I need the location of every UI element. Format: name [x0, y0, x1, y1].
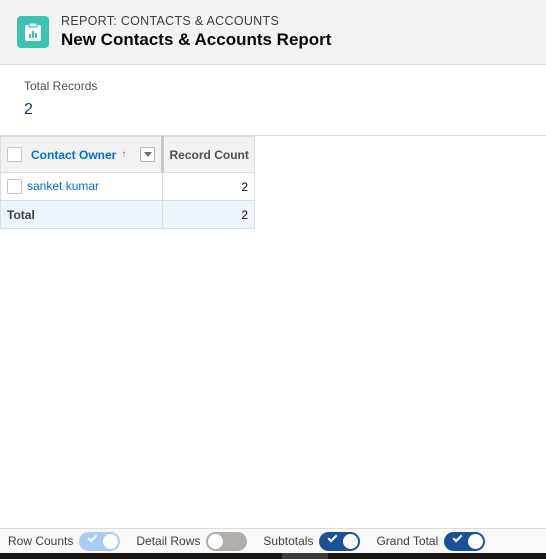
- toggle-knob: [343, 533, 359, 549]
- checkmark-icon: [328, 532, 338, 542]
- detail-rows-label: Detail Rows: [136, 534, 201, 548]
- report-footer-toggles: Row Counts Detail Rows Subtotals Grand T…: [0, 528, 546, 553]
- table-header-row: Contact Owner ↑ Record Count: [0, 136, 255, 173]
- column-header-contact-owner[interactable]: Contact Owner ↑: [0, 136, 165, 173]
- report-header: REPORT: CONTACTS & ACCOUNTS New Contacts…: [0, 0, 546, 65]
- sort-ascending-icon[interactable]: ↑: [121, 149, 126, 160]
- row-counts-toggle-group: Row Counts: [8, 531, 121, 551]
- checkmark-icon: [452, 532, 463, 542]
- total-count-cell: 2: [162, 200, 255, 229]
- select-all-checkbox[interactable]: [7, 147, 22, 162]
- detail-rows-toggle-group: Detail Rows: [136, 531, 248, 551]
- total-records-label: Total Records: [24, 79, 98, 93]
- column-menu-button[interactable]: [140, 147, 156, 162]
- table-row: sanket kumar 2: [0, 172, 255, 201]
- total-label: Total: [0, 200, 164, 229]
- column-header-record-count[interactable]: Record Count: [162, 136, 255, 173]
- row-counts-label: Row Counts: [8, 534, 74, 548]
- grand-total-toggle[interactable]: [444, 531, 486, 551]
- total-row: Total 2: [0, 200, 255, 229]
- checkmark-icon: [87, 532, 98, 542]
- toggle-knob: [208, 533, 224, 549]
- subtotals-toggle-group: Subtotals: [263, 531, 361, 551]
- row-counts-toggle[interactable]: [79, 531, 121, 551]
- row-checkbox[interactable]: [7, 179, 22, 195]
- total-records-value: 2: [24, 101, 33, 118]
- grand-total-toggle-group: Grand Total: [376, 531, 486, 551]
- record-count-cell: 2: [162, 172, 255, 201]
- owner-cell: sanket kumar: [0, 172, 164, 201]
- toggle-knob: [468, 533, 484, 549]
- report-type-label: REPORT: CONTACTS & ACCOUNTS: [61, 14, 280, 28]
- subtotals-toggle[interactable]: [319, 531, 361, 551]
- report-title: New Contacts & Accounts Report: [61, 30, 332, 49]
- owner-link[interactable]: sanket kumar: [27, 179, 99, 193]
- report-table: Contact Owner ↑ Record Count sanket kuma…: [0, 136, 255, 229]
- grand-total-label: Grand Total: [376, 534, 439, 548]
- report-clipboard-icon: [17, 16, 49, 48]
- chevron-down-icon: [143, 152, 152, 157]
- taskbar-active-item[interactable]: [282, 553, 328, 559]
- toggle-knob: [103, 533, 119, 549]
- report-summary: Total Records 2: [0, 66, 546, 136]
- os-taskbar: [0, 553, 546, 559]
- subtotals-label: Subtotals: [263, 534, 314, 548]
- detail-rows-toggle[interactable]: [206, 531, 248, 551]
- column-label[interactable]: Contact Owner: [31, 148, 116, 162]
